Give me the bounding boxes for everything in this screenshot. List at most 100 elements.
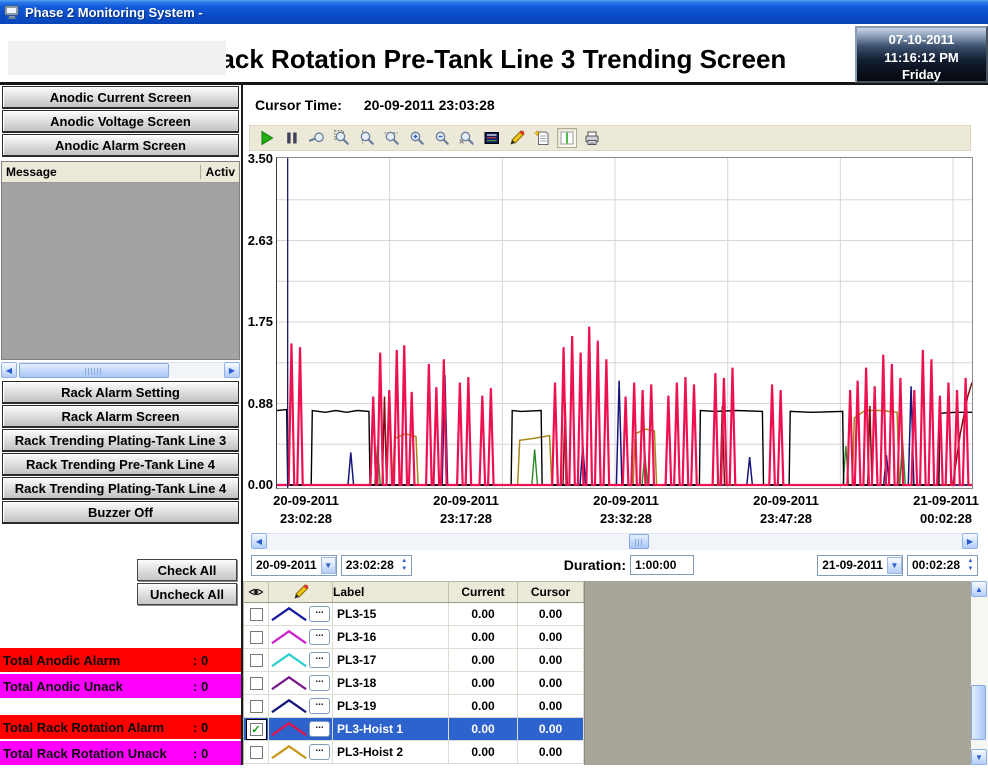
chevron-down-icon[interactable]: ▼	[321, 557, 336, 574]
pen-options-button[interactable]: ...	[309, 629, 330, 645]
message-panel: Message Activ	[1, 161, 240, 360]
spinner-up-icon[interactable]: ▲	[401, 557, 407, 565]
chevron-down-icon[interactable]: ▼	[887, 557, 902, 574]
visibility-checkbox[interactable]	[250, 700, 263, 713]
end-date-select[interactable]: 21-09-2011 ▼	[817, 555, 903, 576]
nav-button-rack-trending-plating-tank-line-4[interactable]: Rack Trending Plating-Tank Line 4	[2, 477, 239, 500]
scrollbar-thumb[interactable]	[629, 534, 649, 549]
visibility-cell	[244, 741, 269, 763]
x-tick-label: 21-09-201100:02:28	[913, 492, 979, 527]
cursor-toggle-icon[interactable]	[557, 128, 577, 148]
day-text: Friday	[857, 66, 986, 84]
spinner-up-icon[interactable]: ▲	[968, 557, 974, 565]
scroll-up-icon[interactable]: ▲	[971, 581, 987, 597]
pen-icon[interactable]	[507, 128, 527, 148]
chart-scrollbar[interactable]: ◀ ▶	[251, 533, 978, 550]
scrollbar-thumb[interactable]	[971, 685, 986, 740]
visibility-cell	[244, 695, 269, 717]
zoom-box-icon[interactable]	[332, 128, 352, 148]
pen-label: PL3-Hoist 2	[333, 741, 449, 763]
nav-button-anodic-current-screen[interactable]: Anodic Current Screen	[2, 86, 239, 109]
pen-options-button[interactable]: ...	[309, 744, 330, 760]
message-column-header: Message	[6, 165, 57, 179]
x-tick-label: 20-09-201123:17:28	[433, 492, 499, 527]
pen-options-button[interactable]: ...	[309, 721, 330, 737]
table-row-pl3-19[interactable]: ...PL3-190.000.00	[244, 695, 584, 718]
checkbox-wrap: ✓	[246, 719, 267, 740]
check-all-button[interactable]: Check All	[137, 559, 237, 581]
start-time-spinner[interactable]: 23:02:28 ▲▼	[341, 555, 412, 576]
alarm-bar-total-rack-rotation-alarm: Total Rack Rotation Alarm : 0	[0, 715, 241, 739]
visibility-checkbox[interactable]	[250, 746, 263, 759]
table-row-pl3-17[interactable]: ...PL3-170.000.00	[244, 649, 584, 672]
zoom-reset-icon[interactable]	[457, 128, 477, 148]
scrollbar-thumb[interactable]	[19, 363, 169, 378]
spinner-down-icon[interactable]: ▼	[968, 565, 974, 573]
scroll-down-icon[interactable]: ▼	[971, 749, 987, 765]
y-tick-label: 0.88	[248, 396, 273, 411]
pause-icon[interactable]	[282, 128, 302, 148]
play-icon[interactable]	[257, 128, 277, 148]
pen-options-button[interactable]: ...	[309, 606, 330, 622]
scroll-left-icon[interactable]: ◀	[1, 362, 17, 378]
table-row-pl3-18[interactable]: ...PL3-180.000.00	[244, 672, 584, 695]
zoom-in-icon[interactable]	[407, 128, 427, 148]
pen-options-button[interactable]: ...	[309, 675, 330, 691]
start-date-select[interactable]: 20-09-2011 ▼	[251, 555, 337, 576]
alarm-count: : 0	[193, 720, 208, 735]
visibility-checkbox[interactable]	[250, 654, 263, 667]
x-tick-label: 20-09-201123:32:28	[593, 492, 659, 527]
current-value: 0.00	[449, 649, 518, 671]
app-icon	[4, 4, 20, 20]
uncheck-all-button[interactable]: Uncheck All	[137, 583, 237, 605]
pen-options-button[interactable]: ...	[309, 698, 330, 714]
nav-button-rack-trending-plating-tank-line-3[interactable]: Rack Trending Plating-Tank Line 3	[2, 429, 239, 452]
active-column-header: Activ	[200, 165, 235, 179]
table-row-pl3-15[interactable]: ...PL3-150.000.00	[244, 603, 584, 626]
spinner-down-icon[interactable]: ▼	[401, 565, 407, 573]
scroll-right-icon[interactable]: ▶	[962, 533, 978, 549]
alarm-label: Total Rack Rotation Alarm	[3, 720, 164, 735]
trend-chart[interactable]	[276, 157, 973, 489]
message-list[interactable]	[2, 183, 239, 359]
duration-input[interactable]: 1:00:00	[630, 555, 694, 575]
pen-style-cell: ...	[269, 741, 333, 763]
nav-button-anodic-voltage-screen[interactable]: Anodic Voltage Screen	[2, 110, 239, 133]
visibility-checkbox[interactable]	[250, 608, 263, 621]
table-row-pl3-hoist-2[interactable]: ...PL3-Hoist 20.000.00	[244, 741, 584, 764]
scroll-right-icon[interactable]: ▶	[224, 362, 240, 378]
zoom-horizontal-icon[interactable]	[382, 128, 402, 148]
zoom-out-icon[interactable]	[432, 128, 452, 148]
print-icon[interactable]	[582, 128, 602, 148]
nav-button-rack-trending-pre-tank-line-4[interactable]: Rack Trending Pre-Tank Line 4	[2, 453, 239, 476]
nav-button-rack-alarm-setting[interactable]: Rack Alarm Setting	[2, 381, 239, 404]
pen-label: PL3-16	[333, 626, 449, 648]
table-row-pl3-16[interactable]: ...PL3-160.000.00	[244, 626, 584, 649]
nav-button-buzzer-off[interactable]: Buzzer Off	[2, 501, 239, 524]
report-icon[interactable]	[532, 128, 552, 148]
visibility-checkbox[interactable]	[250, 631, 263, 644]
line-sample	[271, 698, 307, 714]
current-value: 0.00	[449, 741, 518, 763]
nav-button-anodic-alarm-screen[interactable]: Anodic Alarm Screen	[2, 134, 239, 157]
window-title: Phase 2 Monitoring System -	[25, 5, 203, 20]
nav-button-rack-alarm-screen[interactable]: Rack Alarm Screen	[2, 405, 239, 428]
visibility-checkbox[interactable]	[250, 677, 263, 690]
checkbox-wrap	[246, 627, 267, 648]
checkbox-wrap	[246, 696, 267, 717]
current-value: 0.00	[449, 672, 518, 694]
cursor-value: 0.00	[518, 695, 584, 717]
pen-options-button[interactable]: ...	[309, 652, 330, 668]
visibility-checkbox[interactable]: ✓	[250, 723, 263, 736]
message-scrollbar[interactable]: ◀ ▶	[1, 362, 240, 378]
visibility-cell: ✓	[244, 718, 269, 740]
current-value: 0.00	[449, 718, 518, 740]
table-row-pl3-hoist-1[interactable]: ✓...PL3-Hoist 10.000.00	[244, 718, 584, 741]
legend-icon[interactable]	[482, 128, 502, 148]
table-scrollbar[interactable]: ▲ ▼	[971, 581, 988, 765]
zoom-vertical-icon[interactable]	[357, 128, 377, 148]
scroll-left-icon[interactable]: ◀	[251, 533, 267, 549]
end-time-spinner[interactable]: 00:02:28 ▲▼	[907, 555, 978, 576]
y-axis: 3.502.631.750.880.00	[243, 157, 276, 489]
pan-icon[interactable]	[307, 128, 327, 148]
